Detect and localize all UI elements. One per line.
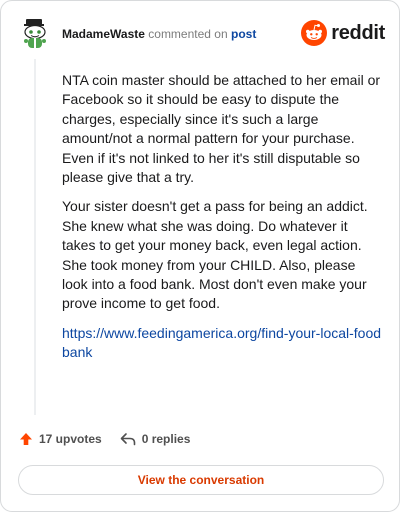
comment-paragraph-2: Your sister doesn't get a pass for being… — [62, 198, 368, 312]
view-conversation-button[interactable]: View the conversation — [18, 465, 384, 495]
foodbank-link[interactable]: https://www.feedingamerica.org/find-your… — [62, 325, 381, 360]
reply-count: 0 replies — [141, 432, 191, 446]
byline: MadameWaste commented on post — [62, 27, 256, 41]
comment-card: MadameWaste commented on post reddit NTA… — [0, 0, 400, 512]
upvote-arrow-icon — [20, 433, 32, 445]
comment-link-paragraph: https://www.feedingamerica.org/find-your… — [62, 324, 384, 363]
snoo-avatar-icon[interactable] — [17, 15, 53, 51]
username[interactable]: MadameWaste — [62, 27, 145, 41]
upvote-count: 17 upvotes — [39, 432, 102, 446]
upvote-stat[interactable]: 17 upvotes — [19, 432, 102, 446]
post-link[interactable]: post — [231, 27, 256, 41]
comment-header: MadameWaste commented on post reddit — [17, 15, 385, 55]
reddit-wordmark: reddit — [331, 21, 385, 44]
reddit-brand[interactable]: reddit — [301, 19, 385, 47]
reply-stat[interactable]: 0 replies — [120, 432, 191, 446]
comment-stats: 17 upvotes 0 replies — [19, 430, 190, 448]
comment-paragraph-1: NTA coin master should be attached to he… — [62, 72, 381, 186]
reply-arrow-icon — [120, 433, 136, 446]
thread-line — [34, 59, 36, 415]
commented-on-text: commented on — [148, 27, 228, 41]
comment-body: NTA coin master should be attached to he… — [62, 71, 384, 373]
reddit-logo-icon — [301, 20, 328, 46]
